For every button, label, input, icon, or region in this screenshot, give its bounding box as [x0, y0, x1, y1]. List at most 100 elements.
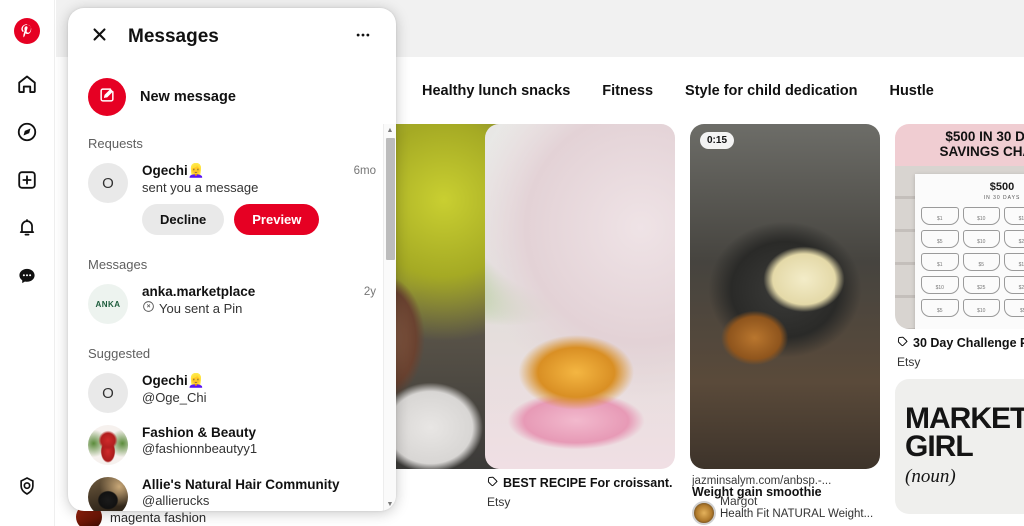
money-bag: $5: [921, 299, 959, 317]
conversation-preview: You sent a Pin: [142, 300, 356, 316]
sidebar-item-home[interactable]: [5, 64, 49, 108]
sidebar-item-settings[interactable]: [5, 466, 49, 510]
suggested-row[interactable]: Allie's Natural Hair Community @allieruc…: [84, 471, 380, 511]
chat-bubble-icon: [16, 265, 38, 292]
messages-list: New message Requests O Ogechi👱‍♀️ sent y…: [68, 66, 396, 511]
pin-meta: jazminsalym.com/anbsp.-... Weight gain s…: [690, 469, 880, 525]
money-bag: $5: [962, 253, 1000, 271]
suggested-row-main: Fashion & Beauty @fashionnbeautyy1: [128, 425, 376, 465]
request-row-main: Ogechi👱‍♀️ sent you a message Decline Pr…: [128, 163, 346, 235]
avatar: O: [88, 373, 128, 413]
sheet-title: $500: [989, 181, 1015, 193]
plus-square-icon: [16, 169, 38, 196]
suggested-handle: @allierucks: [142, 493, 210, 508]
pin-author-secondary: Health Fit NATURAL Weight...: [720, 508, 874, 520]
pin-image-market-girl[interactable]: MARKET GIRL (noun): [895, 378, 1024, 514]
avatar-initial: O: [102, 174, 114, 192]
suggested-name: Ogechi👱‍♀️: [142, 373, 205, 388]
request-timestamp: 6mo: [353, 165, 376, 177]
pin-image-croissant[interactable]: [485, 124, 675, 469]
pin-image-smoothie[interactable]: 0:15: [690, 124, 880, 469]
pin-column-2: BEST RECIPE For croissant... Etsy: [485, 124, 675, 519]
suggested-row-main: Ogechi👱‍♀️ @Oge_Chi: [128, 373, 376, 413]
savings-printable-sheet: $500 IN 30 DAYS $1 $10 $15 $20 $5 $10 $2…: [915, 174, 1024, 329]
pin-circle-icon: [142, 300, 155, 316]
messages-modal-body: New message Requests O Ogechi👱‍♀️ sent y…: [68, 66, 396, 511]
gear-icon: [16, 475, 38, 502]
more-horizontal-icon: [354, 26, 372, 49]
pin-card-savings-challenge[interactable]: $500 IN 30 DA SAVINGS CHAL $500 IN 30 DA…: [895, 124, 1024, 369]
pin-tag-icon: [487, 475, 499, 492]
scrollbar-thumb[interactable]: [386, 138, 395, 260]
pinterest-logo[interactable]: [14, 18, 40, 44]
pin-card-smoothie[interactable]: 0:15 jazminsalym.com/anbsp.-... Weight g…: [690, 124, 880, 525]
pin-tag-icon: [897, 335, 909, 352]
suggested-name: Fashion & Beauty: [142, 425, 257, 440]
request-actions: Decline Preview: [142, 204, 346, 235]
compose-icon: [98, 86, 116, 109]
pin-column-3: 0:15 jazminsalym.com/anbsp.-... Weight g…: [690, 124, 880, 526]
sidebar-item-messages[interactable]: [5, 256, 49, 300]
pill-style-for-child-dedication[interactable]: Style for child dedication: [669, 73, 873, 109]
conversation-preview-text: You sent a Pin: [159, 300, 243, 316]
sidebar-item-explore[interactable]: [5, 112, 49, 156]
suggested-name: magenta fashion: [110, 509, 207, 525]
savings-banner-line-2: SAVINGS CHAL: [939, 144, 1024, 159]
money-bag: $20: [1004, 230, 1024, 248]
money-bag: $10: [962, 207, 1000, 225]
new-message-circle: [88, 78, 126, 116]
conversation-timestamp: 2y: [363, 286, 376, 298]
money-bag: $25: [962, 276, 1000, 294]
compass-icon: [16, 121, 38, 148]
pin-card-market-girl[interactable]: MARKET GIRL (noun): [895, 378, 1024, 514]
pin-title-text: 30 Day Challenge Pri: [913, 335, 1024, 350]
suggested-name: Allie's Natural Hair Community: [142, 477, 340, 492]
preview-button[interactable]: Preview: [234, 204, 320, 235]
new-message-button[interactable]: New message: [84, 70, 380, 126]
pin-meta: 30 Day Challenge Pri Etsy: [895, 329, 1024, 369]
suggested-row[interactable]: O Ogechi👱‍♀️ @Oge_Chi: [84, 367, 380, 419]
pill-hustle[interactable]: Hustle: [873, 73, 949, 109]
money-bag: $10: [921, 276, 959, 294]
request-preview-text: sent you a message: [142, 180, 259, 195]
conversation-row[interactable]: ANKA anka.marketplace You sent a Pin 2y: [84, 278, 380, 330]
market-girl-line-2: GIRL: [905, 430, 974, 464]
pill-healthy-lunch-snacks[interactable]: Healthy lunch snacks: [406, 73, 586, 109]
rail-items: [5, 64, 49, 300]
money-bag: $20: [1004, 276, 1024, 294]
pin-column-4: $500 IN 30 DA SAVINGS CHAL $500 IN 30 DA…: [895, 124, 1024, 524]
section-label-messages: Messages: [88, 257, 148, 272]
suggested-row[interactable]: Fashion & Beauty @fashionnbeautyy1: [84, 419, 380, 471]
pinterest-app: Healthy lunch snacks Fitness Style for c…: [0, 0, 1024, 526]
messages-modal-header: Messages: [68, 8, 396, 66]
decline-button[interactable]: Decline: [142, 204, 225, 235]
avatar: O: [88, 163, 128, 203]
new-message-label: New message: [140, 89, 236, 105]
video-duration-badge: 0:15: [700, 132, 735, 149]
pin-card-croissant[interactable]: BEST RECIPE For croissant... Etsy: [485, 124, 675, 509]
request-row[interactable]: O Ogechi👱‍♀️ sent you a message Decline …: [84, 157, 380, 241]
suggested-handle: @Oge_Chi: [142, 390, 207, 405]
sidebar-item-notifications[interactable]: [5, 208, 49, 252]
more-options-button[interactable]: [348, 22, 378, 52]
scroll-down-arrow-icon[interactable]: ▼: [384, 498, 396, 511]
messages-modal: Messages New message: [68, 8, 396, 511]
avatar: ANKA: [88, 284, 128, 324]
scroll-up-arrow-icon[interactable]: ▲: [384, 124, 396, 137]
money-bag: $1: [921, 207, 959, 225]
pin-source: Etsy: [897, 354, 921, 369]
pin-overlapping-text-stack: jazminsalym.com/anbsp.-... Weight gain s…: [692, 475, 878, 525]
sidebar-item-create[interactable]: [5, 160, 49, 204]
avatar: [692, 501, 716, 525]
money-bag: $15: [1004, 207, 1024, 225]
modal-scrollbar[interactable]: ▲ ▼: [383, 124, 396, 511]
left-nav-rail: [0, 0, 55, 526]
close-button[interactable]: [84, 22, 114, 52]
section-label-requests: Requests: [88, 136, 143, 151]
pin-image-savings[interactable]: $500 IN 30 DA SAVINGS CHAL $500 IN 30 DA…: [895, 124, 1024, 329]
pill-fitness[interactable]: Fitness: [586, 73, 669, 109]
suggested-handle: @fashionnbeautyy1: [142, 441, 258, 456]
money-bag: $10: [962, 299, 1000, 317]
savings-banner-line-1: $500 IN 30 DA: [945, 129, 1024, 145]
money-bag: $15: [1004, 253, 1024, 271]
